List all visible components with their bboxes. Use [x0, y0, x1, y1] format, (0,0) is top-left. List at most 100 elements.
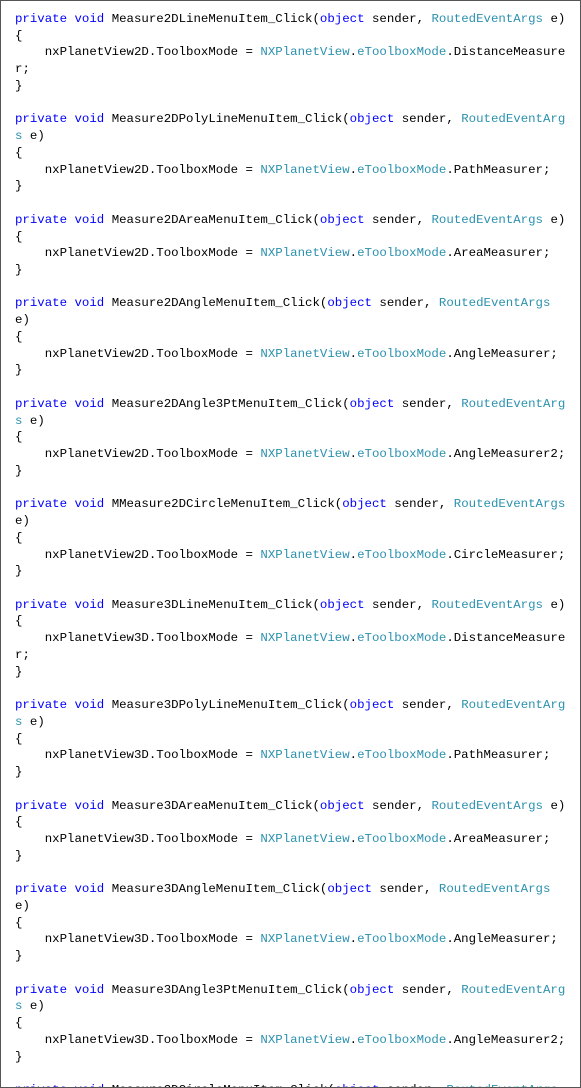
- code-ident: nxPlanetView2D: [45, 163, 149, 177]
- code-ident: ToolboxMode: [156, 832, 238, 846]
- code-ident: AngleMeasurer2: [454, 447, 558, 461]
- code-keyword: void: [75, 296, 105, 310]
- code-type: eToolboxMode: [357, 45, 446, 59]
- code-ident: e: [15, 514, 22, 528]
- code-ident: e: [30, 414, 37, 428]
- code-ident: nxPlanetView3D: [45, 932, 149, 946]
- code-keyword: private: [15, 397, 67, 411]
- code-snippet: private void Measure2DLineMenuItem_Click…: [0, 0, 581, 1088]
- code-keyword: private: [15, 698, 67, 712]
- code-ident: AngleMeasurer2: [454, 1033, 558, 1047]
- code-ident: ToolboxMode: [156, 548, 238, 562]
- code-indent: [15, 163, 45, 177]
- code-ident: e: [15, 899, 22, 913]
- code-ident: sender: [402, 983, 447, 997]
- code-keyword: object: [342, 497, 387, 511]
- code-indent: [15, 347, 45, 361]
- code-keyword: private: [15, 983, 67, 997]
- code-method-name: Measure3DPolyLineMenuItem_Click: [112, 698, 343, 712]
- code-indent: [15, 447, 45, 461]
- code-method-name: Measure2DAngle3PtMenuItem_Click: [112, 397, 343, 411]
- code-ident: ToolboxMode: [156, 748, 238, 762]
- code-keyword: object: [327, 882, 372, 896]
- code-ident: AreaMeasurer: [454, 246, 543, 260]
- code-method-name: Measure3DAreaMenuItem_Click: [112, 799, 313, 813]
- code-ident: sender: [394, 497, 439, 511]
- code-keyword: private: [15, 1083, 67, 1088]
- code-type: RoutedEventArgs: [439, 882, 551, 896]
- code-method-name: Measure2DLineMenuItem_Click: [112, 12, 313, 26]
- code-indent: [15, 246, 45, 260]
- code-type: RoutedEventArgs: [454, 497, 566, 511]
- code-type: NXPlanetView: [260, 1033, 349, 1047]
- code-indent: [15, 932, 45, 946]
- code-indent: [15, 832, 45, 846]
- code-indent: [15, 548, 45, 562]
- code-keyword: private: [15, 882, 67, 896]
- code-type: eToolboxMode: [357, 347, 446, 361]
- code-type: RoutedEventArgs: [446, 1083, 558, 1088]
- code-ident: nxPlanetView3D: [45, 748, 149, 762]
- code-indent: [15, 45, 45, 59]
- code-ident: sender: [372, 799, 417, 813]
- code-indent: [15, 631, 45, 645]
- code-keyword: void: [75, 12, 105, 26]
- code-keyword: object: [335, 1083, 380, 1088]
- code-ident: ToolboxMode: [156, 163, 238, 177]
- code-type: eToolboxMode: [357, 932, 446, 946]
- code-method-name: Measure3DCircleMenuItem_Click: [112, 1083, 328, 1088]
- code-type: eToolboxMode: [357, 631, 446, 645]
- code-ident: sender: [379, 296, 424, 310]
- code-type: RoutedEventArgs: [431, 12, 543, 26]
- code-ident: e: [550, 213, 557, 227]
- code-method-name: Measure3DLineMenuItem_Click: [112, 598, 313, 612]
- code-keyword: void: [75, 799, 105, 813]
- code-ident: ToolboxMode: [156, 347, 238, 361]
- code-indent: [15, 1033, 45, 1047]
- code-ident: sender: [387, 1083, 432, 1088]
- code-type: NXPlanetView: [260, 832, 349, 846]
- code-ident: nxPlanetView3D: [45, 1033, 149, 1047]
- code-keyword: private: [15, 112, 67, 126]
- code-method-name: Measure2DAreaMenuItem_Click: [112, 213, 313, 227]
- code-ident: ToolboxMode: [156, 246, 238, 260]
- code-keyword: private: [15, 213, 67, 227]
- code-type: RoutedEventArgs: [439, 296, 551, 310]
- code-keyword: private: [15, 598, 67, 612]
- code-type: eToolboxMode: [357, 832, 446, 846]
- code-type: eToolboxMode: [357, 548, 446, 562]
- code-ident: nxPlanetView3D: [45, 631, 149, 645]
- code-keyword: private: [15, 296, 67, 310]
- code-ident: AreaMeasurer: [454, 832, 543, 846]
- code-keyword: void: [75, 1083, 105, 1088]
- code-keyword: object: [350, 698, 395, 712]
- code-keyword: private: [15, 12, 67, 26]
- code-ident: sender: [402, 112, 447, 126]
- code-type: NXPlanetView: [260, 246, 349, 260]
- code-method-name: Measure2DPolyLineMenuItem_Click: [112, 112, 343, 126]
- code-ident: nxPlanetView3D: [45, 832, 149, 846]
- code-type: eToolboxMode: [357, 1033, 446, 1047]
- code-type: eToolboxMode: [357, 748, 446, 762]
- code-ident: e: [30, 715, 37, 729]
- code-ident: e: [30, 129, 37, 143]
- code-keyword: void: [75, 213, 105, 227]
- code-ident: sender: [402, 698, 447, 712]
- code-method-name: Measure3DAngle3PtMenuItem_Click: [112, 983, 343, 997]
- code-keyword: private: [15, 497, 67, 511]
- code-type: eToolboxMode: [357, 163, 446, 177]
- code-keyword: object: [350, 397, 395, 411]
- code-ident: sender: [372, 598, 417, 612]
- code-ident: ToolboxMode: [156, 631, 238, 645]
- code-keyword: private: [15, 799, 67, 813]
- code-ident: sender: [372, 12, 417, 26]
- code-ident: e: [550, 598, 557, 612]
- code-ident: nxPlanetView2D: [45, 45, 149, 59]
- code-keyword: void: [75, 497, 105, 511]
- code-type: NXPlanetView: [260, 548, 349, 562]
- code-indent: [15, 748, 45, 762]
- code-ident: ToolboxMode: [156, 1033, 238, 1047]
- code-ident: nxPlanetView2D: [45, 246, 149, 260]
- code-keyword: object: [320, 799, 365, 813]
- code-keyword: object: [320, 598, 365, 612]
